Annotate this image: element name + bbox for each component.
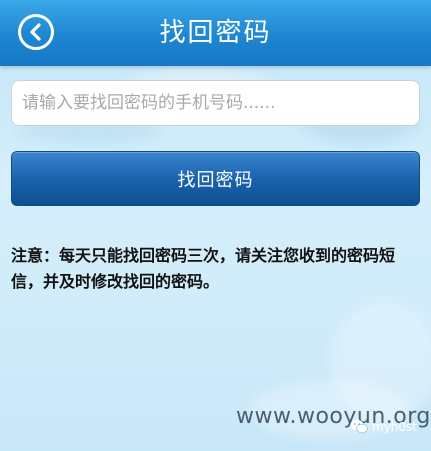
phone-number-input[interactable] (11, 80, 420, 126)
retrieve-password-button[interactable]: 找回密码 (11, 151, 420, 206)
notice-text: 注意：每天只能找回密码三次，请关注您收到的密码短信，并及时修改找回的密码。 (11, 246, 396, 291)
page-title: 找回密码 (159, 18, 272, 48)
back-arrow-icon (30, 23, 41, 41)
wechat-account-label: myh0st (372, 419, 417, 434)
wechat-watermark: myh0st (350, 419, 417, 434)
back-button[interactable] (18, 14, 54, 50)
wechat-icon (350, 419, 368, 434)
header-bar: 找回密码 (0, 0, 431, 66)
